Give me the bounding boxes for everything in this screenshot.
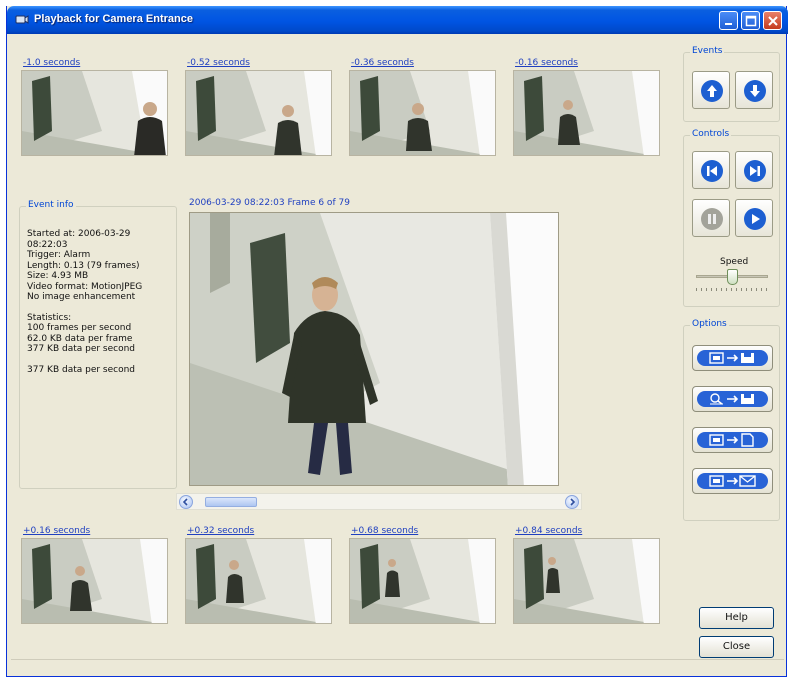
- export-image-to-email-button[interactable]: [692, 468, 773, 494]
- pause-icon: [701, 208, 723, 230]
- corridor-frame-image: [350, 71, 495, 155]
- corridor-frame-image: [22, 539, 167, 623]
- stats-line: Statistics:: [27, 312, 72, 323]
- thumb-label-top-3[interactable]: -0.36 seconds: [351, 58, 414, 68]
- maximize-button[interactable]: [741, 11, 760, 30]
- skip-back-icon: [701, 160, 723, 182]
- export-image-to-file-button[interactable]: [692, 427, 773, 453]
- thumbnail-top-2[interactable]: [185, 70, 332, 156]
- camera-app-icon: [15, 15, 29, 24]
- close-button[interactable]: Close: [699, 636, 774, 658]
- title-bar[interactable]: Playback for Camera Entrance: [7, 6, 788, 34]
- info-line: Started at: 2006-03-29: [27, 229, 131, 239]
- speed-label: Speed: [720, 257, 749, 267]
- corridor-frame-image: [22, 71, 167, 155]
- minimize-icon: [725, 23, 732, 25]
- thumb-label-top-1[interactable]: -1.0 seconds: [23, 58, 80, 68]
- thumbnail-bottom-1[interactable]: [21, 538, 168, 624]
- close-icon: [768, 16, 778, 26]
- thumb-label-bottom-4[interactable]: +0.84 seconds: [515, 526, 582, 536]
- last-frame-button[interactable]: [735, 151, 773, 189]
- export-image-to-disk-icon: [697, 350, 768, 366]
- event-info-text: Started at: 2006-03-29 08:22:03 Trigger:…: [27, 229, 142, 375]
- stats-line: 62.0 KB data per frame: [27, 333, 133, 344]
- arrow-down-icon: [744, 80, 766, 102]
- controls-group: Controls Speed: [683, 129, 780, 307]
- events-group: Events: [683, 46, 780, 122]
- minimize-button[interactable]: [719, 11, 738, 30]
- chevron-right-icon: [570, 498, 576, 506]
- info-line: Size: 4.93 MB: [27, 271, 89, 281]
- export-image-to-email-icon: [697, 473, 768, 489]
- export-search-to-disk-icon: [697, 391, 768, 407]
- info-line: No image enhancement: [27, 292, 136, 302]
- pause-button[interactable]: [692, 199, 730, 237]
- stats-line: 377 KB data per second: [27, 364, 136, 375]
- next-event-button[interactable]: [735, 71, 773, 109]
- help-button[interactable]: Help: [699, 607, 774, 629]
- thumb-label-bottom-3[interactable]: +0.68 seconds: [351, 526, 418, 536]
- main-video-view[interactable]: [189, 212, 559, 486]
- status-bar: [11, 659, 784, 673]
- export-search-to-disk-button[interactable]: [692, 386, 773, 412]
- play-icon: [744, 208, 766, 230]
- info-line: Trigger: Alarm: [27, 250, 91, 260]
- event-info-group: Event info Started at: 2006-03-29 08:22:…: [19, 200, 177, 489]
- export-image-to-file-icon: [697, 432, 768, 448]
- export-image-to-disk-button[interactable]: [692, 345, 773, 371]
- thumb-label-bottom-1[interactable]: +0.16 seconds: [23, 526, 90, 536]
- events-title: Events: [690, 46, 725, 56]
- previous-event-button[interactable]: [692, 71, 730, 109]
- corridor-frame-image: [514, 539, 659, 623]
- event-info-title: Event info: [26, 200, 76, 210]
- options-group: Options: [683, 319, 780, 521]
- skip-forward-icon: [744, 160, 766, 182]
- arrow-up-icon: [701, 80, 723, 102]
- info-line: Length: 0.13 (79 frames): [27, 260, 140, 271]
- options-title: Options: [690, 319, 729, 329]
- thumb-label-bottom-2[interactable]: +0.32 seconds: [187, 526, 254, 536]
- stats-line: 100 frames per second: [27, 323, 132, 333]
- corridor-frame-image: [186, 539, 331, 623]
- thumb-label-top-4[interactable]: -0.16 seconds: [515, 58, 578, 68]
- stats-line: 377 KB data per second: [27, 344, 136, 354]
- scroll-thumb[interactable]: [205, 497, 257, 507]
- speed-slider-ticks: [696, 288, 768, 291]
- thumbnail-top-1[interactable]: [21, 70, 168, 156]
- controls-title: Controls: [690, 129, 732, 139]
- scroll-left-button[interactable]: [179, 495, 193, 509]
- chevron-left-icon: [182, 498, 188, 506]
- first-frame-button[interactable]: [692, 151, 730, 189]
- thumb-label-top-2[interactable]: -0.52 seconds: [187, 58, 250, 68]
- corridor-frame-image: [514, 71, 659, 155]
- frame-caption: 2006-03-29 08:22:03 Frame 6 of 79: [189, 198, 350, 208]
- corridor-frame-image: [186, 71, 331, 155]
- main-frame-image: [190, 213, 558, 485]
- maximize-icon: [745, 15, 757, 27]
- speed-slider-thumb[interactable]: [726, 269, 738, 285]
- info-line: 08:22:03: [27, 239, 68, 250]
- play-button[interactable]: [735, 199, 773, 237]
- window-title: Playback for Camera Entrance: [34, 13, 193, 25]
- info-line: Video format: MotionJPEG: [27, 281, 143, 292]
- playback-window: Playback for Camera Entrance -1.0 second…: [6, 6, 788, 677]
- scroll-right-button[interactable]: [565, 495, 579, 509]
- thumbnail-bottom-4[interactable]: [513, 538, 660, 624]
- frame-scrollbar[interactable]: [176, 493, 582, 510]
- client-area: -1.0 seconds -0.52 seconds -0.36 seconds…: [11, 38, 784, 673]
- close-window-button[interactable]: [763, 11, 782, 30]
- thumbnail-top-3[interactable]: [349, 70, 496, 156]
- thumbnail-top-4[interactable]: [513, 70, 660, 156]
- thumbnail-bottom-2[interactable]: [185, 538, 332, 624]
- corridor-frame-image: [350, 539, 495, 623]
- thumbnail-bottom-3[interactable]: [349, 538, 496, 624]
